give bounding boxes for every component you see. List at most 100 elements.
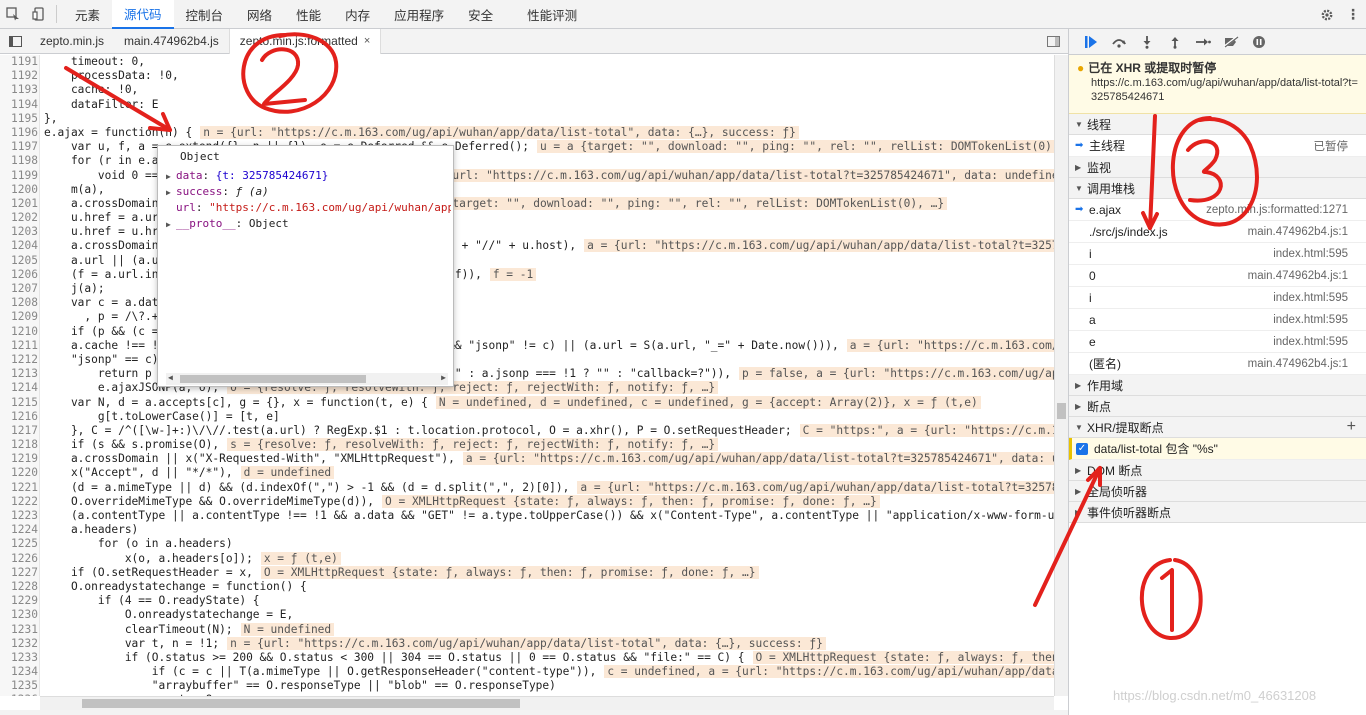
scroll-right-icon[interactable]: ▶ xyxy=(441,373,446,382)
line-number[interactable]: 1203 xyxy=(0,225,38,240)
code-line[interactable]: 1226 x(o, a.headers[o]); x = ƒ (t,e) xyxy=(0,551,1054,566)
code-vertical-scrollbar[interactable] xyxy=(1054,55,1068,696)
line-number[interactable]: 1202 xyxy=(0,211,38,226)
resume-icon[interactable] xyxy=(1077,29,1105,55)
code-line[interactable]: 1233 if (O.status >= 200 && O.status < 3… xyxy=(0,650,1054,666)
file-tab-main[interactable]: main.474962b4.js xyxy=(114,29,229,54)
frame-location[interactable]: zepto.min.js:formatted:1271 xyxy=(1206,204,1348,216)
code-line[interactable]: 1225 for (o in a.headers) xyxy=(0,537,1054,552)
line-number[interactable]: 1200 xyxy=(0,182,38,197)
popover-scrollbar[interactable]: ◀ ▶ xyxy=(166,373,448,385)
code-line[interactable]: 1216 g[t.toLowerCase()] = [t, e] xyxy=(0,409,1054,424)
device-toolbar-icon[interactable] xyxy=(26,0,52,29)
line-number[interactable]: 1193 xyxy=(0,83,38,98)
tab-network[interactable]: 网络 xyxy=(235,0,284,29)
line-number[interactable]: 1231 xyxy=(0,622,38,637)
section-scope[interactable]: ▶ 作用域 xyxy=(1069,375,1366,396)
step-into-icon[interactable] xyxy=(1133,29,1161,55)
callstack-frame[interactable]: e index.html:595 xyxy=(1069,331,1366,353)
code-line[interactable]: 1231 clearTimeout(N); N = undefined xyxy=(0,622,1054,637)
code-line[interactable]: 1217 }, C = /^([\w-]+:)\/\//.test(a.url)… xyxy=(0,423,1054,439)
breakpoint-checkbox[interactable]: ✓ xyxy=(1076,442,1088,455)
frame-location[interactable]: index.html:595 xyxy=(1273,314,1348,326)
pause-on-exceptions-icon[interactable] xyxy=(1245,29,1273,55)
file-tab-zepto[interactable]: zepto.min.js xyxy=(30,29,114,54)
line-number[interactable]: 1214 xyxy=(0,381,38,396)
code-line[interactable]: 1195}, xyxy=(0,111,1054,126)
line-number[interactable]: 1198 xyxy=(0,154,38,169)
callstack-frame[interactable]: 0 main.474962b4.js:1 xyxy=(1069,265,1366,287)
object-property[interactable]: ▶ __proto__: Object xyxy=(166,217,451,230)
line-number[interactable]: 1235 xyxy=(0,679,38,694)
section-event-listener-breakpoints[interactable]: ▶ 事件侦听器断点 xyxy=(1069,502,1366,523)
toggle-debugger-icon[interactable] xyxy=(1044,29,1062,54)
line-number[interactable]: 1216 xyxy=(0,409,38,424)
line-number[interactable]: 1191 xyxy=(0,55,38,70)
line-number[interactable]: 1232 xyxy=(0,636,38,651)
line-number[interactable]: 1197 xyxy=(0,140,38,155)
line-number[interactable]: 1212 xyxy=(0,352,38,368)
frame-location[interactable]: index.html:595 xyxy=(1273,248,1348,260)
section-callstack[interactable]: ▼ 调用堆栈 xyxy=(1069,178,1366,199)
step-out-icon[interactable] xyxy=(1161,29,1189,55)
line-number[interactable]: 1196 xyxy=(0,125,38,141)
line-number[interactable]: 1218 xyxy=(0,438,38,453)
code-line[interactable]: 1227 if (O.setRequestHeader = x, O = XMLH… xyxy=(0,565,1054,580)
tab-elements[interactable]: 元素 xyxy=(63,0,112,29)
code-line[interactable]: 1219 a.crossDomain || x("X-Requested-Wit… xyxy=(0,452,1054,467)
tab-performance[interactable]: 性能 xyxy=(284,0,333,29)
line-number[interactable]: 1229 xyxy=(0,594,38,609)
frame-location[interactable]: main.474962b4.js:1 xyxy=(1248,358,1348,370)
line-number[interactable]: 1210 xyxy=(0,324,38,339)
xhr-breakpoint-item[interactable]: ✓ data/list-total 包含 "%s" xyxy=(1069,438,1366,460)
line-number[interactable]: 1195 xyxy=(0,111,38,126)
object-property[interactable]: ▶ data: {t: 325785424671} xyxy=(166,169,451,182)
code-line[interactable]: 1218 if (s && s.promise(O), s = {resolve:… xyxy=(0,438,1054,453)
line-number[interactable]: 1224 xyxy=(0,523,38,538)
code-line[interactable]: 1196 e.ajax = function(n) {n = {url: "htt… xyxy=(0,125,1054,141)
line-number[interactable]: 1226 xyxy=(0,551,38,566)
tab-security[interactable]: 安全 xyxy=(456,0,505,29)
line-number[interactable]: 1199 xyxy=(0,168,38,183)
line-number[interactable]: 1206 xyxy=(0,267,38,283)
line-number[interactable]: 1205 xyxy=(0,253,38,268)
scrollbar-thumb[interactable] xyxy=(1057,403,1066,419)
step-over-icon[interactable] xyxy=(1105,29,1133,55)
callstack-frame[interactable]: a index.html:595 xyxy=(1069,309,1366,331)
callstack-frame[interactable]: (匿名) main.474962b4.js:1 xyxy=(1069,353,1366,375)
gear-icon[interactable] xyxy=(1314,0,1340,29)
scroll-left-icon[interactable]: ◀ xyxy=(168,373,173,382)
line-number[interactable]: 1236 xyxy=(0,693,38,696)
expand-triangle-icon[interactable]: ▶ xyxy=(166,220,176,229)
frame-location[interactable]: main.474962b4.js:1 xyxy=(1248,226,1348,238)
line-number[interactable]: 1209 xyxy=(0,310,38,325)
line-number[interactable]: 1207 xyxy=(0,282,38,297)
tab-sources[interactable]: 源代码 xyxy=(112,0,174,29)
tab-memory[interactable]: 内存 xyxy=(333,0,382,29)
close-icon[interactable]: × xyxy=(364,35,370,47)
code-horizontal-scrollbar[interactable] xyxy=(40,696,1054,710)
code-line[interactable]: 1229 if (4 == O.readyState) { xyxy=(0,594,1054,609)
section-watch[interactable]: ▶ 监视 xyxy=(1069,157,1366,178)
line-number[interactable]: 1223 xyxy=(0,509,38,524)
line-number[interactable]: 1220 xyxy=(0,466,38,481)
code-line[interactable]: 1193 cache: !0, xyxy=(0,83,1054,98)
section-breakpoints[interactable]: ▶ 断点 xyxy=(1069,396,1366,417)
line-number[interactable]: 1192 xyxy=(0,69,38,84)
file-tab-zepto-formatted[interactable]: zepto.min.js:formatted × xyxy=(228,28,382,54)
toggle-navigator-icon[interactable] xyxy=(0,29,30,54)
code-line[interactable]: 1223 (a.contentType || a.contentType !==… xyxy=(0,509,1054,524)
frame-location[interactable]: main.474962b4.js:1 xyxy=(1248,270,1348,282)
more-options-icon[interactable]: ⋮ xyxy=(1340,0,1366,29)
object-preview-popover[interactable]: Object ▶ data: {t: 325785424671} ▶ success:… xyxy=(157,145,454,387)
callstack-frame[interactable]: ./src/js/index.js main.474962b4.js:1 xyxy=(1069,221,1366,243)
line-number[interactable]: 1211 xyxy=(0,338,38,353)
code-line[interactable]: 1220 x("Accept", d || "*/*"), d = undefin… xyxy=(0,466,1054,481)
line-number[interactable]: 1221 xyxy=(0,480,38,495)
inspect-element-icon[interactable] xyxy=(0,0,26,29)
line-number[interactable]: 1228 xyxy=(0,579,38,595)
line-number[interactable]: 1219 xyxy=(0,452,38,467)
code-line[interactable]: 1232 var t, n = !1; n = {url: "https://c.… xyxy=(0,636,1054,651)
object-property[interactable]: url: "https://c.m.163.com/ug/api/wuhan/a… xyxy=(166,201,451,214)
add-xhr-breakpoint-button[interactable]: + xyxy=(1347,418,1356,436)
